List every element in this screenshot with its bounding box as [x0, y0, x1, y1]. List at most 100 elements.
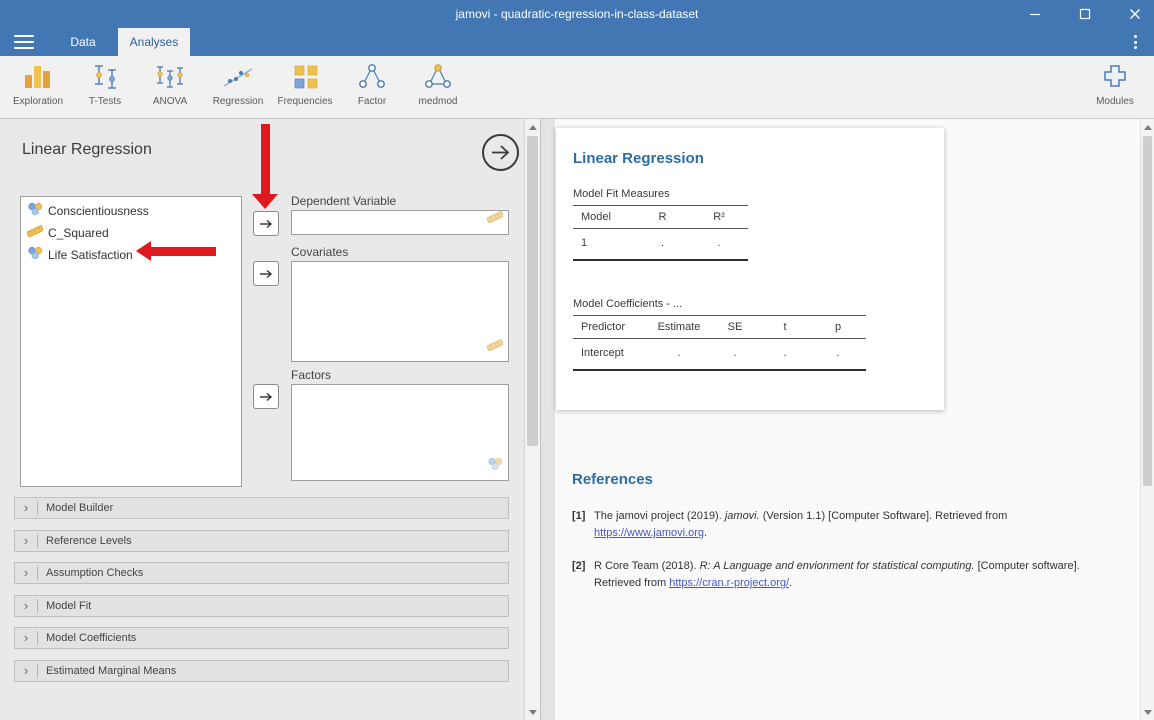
- ribbon-item-label: Regression: [212, 96, 264, 107]
- assign-dependent-variable-button[interactable]: [253, 211, 279, 236]
- tab-analyses[interactable]: Analyses: [118, 28, 190, 56]
- window-title: jamovi - quadratic-regression-in-class-d…: [455, 7, 699, 21]
- ribbon-item-label: medmod: [418, 96, 458, 107]
- ribbon-item-medmod[interactable]: medmod: [403, 60, 473, 116]
- frequencies-grid-icon: [270, 60, 340, 94]
- section-model-fit[interactable]: › Model Fit: [14, 595, 509, 617]
- reference-text: R Core Team (2018). R: A Language and en…: [594, 558, 1109, 592]
- model-coefficients-block: Model Coefficients - ... Predictor Estim…: [573, 298, 866, 371]
- nominal-balls-icon: [27, 202, 43, 221]
- ribbon-item-label: Exploration: [12, 96, 64, 107]
- panel-splitter[interactable]: [540, 119, 555, 720]
- scrollbar-thumb[interactable]: [1143, 136, 1152, 486]
- reference-number: [2]: [572, 560, 586, 573]
- minimize-button[interactable]: [1022, 2, 1048, 26]
- cell: .: [810, 338, 866, 371]
- ribbon-item-frequencies[interactable]: Frequencies: [270, 60, 340, 116]
- scroll-up-icon[interactable]: [1141, 119, 1154, 135]
- annotation-arrow-down: [251, 124, 279, 209]
- analysis-title: Linear Regression: [22, 141, 152, 158]
- options-scrollbar[interactable]: [524, 119, 540, 720]
- reference-text: The jamovi project (2019). jamovi. (Vers…: [594, 508, 1109, 542]
- table-row: Intercept . . . .: [573, 338, 866, 371]
- ribbon-item-label: T-Tests: [88, 96, 122, 107]
- column-header: Estimate: [648, 315, 710, 339]
- separator: [37, 599, 38, 613]
- reference-text-part: .: [704, 527, 708, 540]
- variable-name: Conscientiousness: [48, 204, 149, 218]
- section-assumption-checks[interactable]: › Assumption Checks: [14, 562, 509, 584]
- references-section: References [1] The jamovi project (2019)…: [572, 471, 1132, 608]
- variable-item-conscientiousness[interactable]: Conscientiousness: [21, 200, 241, 222]
- cell: .: [648, 338, 710, 371]
- factors-input[interactable]: [291, 384, 509, 481]
- section-label: Model Fit: [46, 600, 92, 612]
- reference-link[interactable]: https://www.jamovi.org: [594, 527, 704, 539]
- ribbon-item-anova[interactable]: ANOVA: [135, 60, 205, 116]
- dependent-variable-input[interactable]: [291, 210, 509, 235]
- section-model-coefficients[interactable]: › Model Coefficients: [14, 627, 509, 649]
- model-coefficients-table: Predictor Estimate SE t p Intercept . .: [573, 315, 866, 371]
- assign-covariates-button[interactable]: [253, 261, 279, 286]
- separator: [37, 631, 38, 645]
- kebab-menu-icon[interactable]: [1126, 33, 1144, 51]
- reference-link[interactable]: https://cran.r-project.org/: [669, 577, 789, 589]
- separator: [37, 664, 38, 678]
- assign-factors-button[interactable]: [253, 384, 279, 409]
- ribbon-item-factor[interactable]: Factor: [337, 60, 407, 116]
- tab-data[interactable]: Data: [52, 28, 114, 56]
- scroll-up-icon[interactable]: [525, 119, 540, 135]
- scroll-down-icon[interactable]: [1141, 704, 1154, 720]
- nominal-balls-icon: [487, 457, 503, 476]
- ribbon-item-t-tests[interactable]: T-Tests: [70, 60, 140, 116]
- results-card-linear-regression[interactable]: Linear Regression Model Fit Measures Mod…: [556, 128, 944, 410]
- chevron-right-icon: ›: [23, 663, 29, 678]
- modules-plus-icon: [1080, 60, 1150, 94]
- scrollbar-thumb[interactable]: [527, 136, 538, 446]
- table-header-row: Predictor Estimate SE t p: [573, 315, 866, 339]
- separator: [37, 566, 38, 580]
- chevron-right-icon: ›: [23, 598, 29, 613]
- table-caption: Model Fit Measures: [573, 188, 670, 200]
- reference-item: [2] R Core Team (2018). R: A Language an…: [572, 558, 1132, 592]
- ribbon-item-regression[interactable]: Regression: [203, 60, 273, 116]
- factor-network-icon: [337, 60, 407, 94]
- hamburger-menu-icon[interactable]: [14, 35, 34, 49]
- results-panel: Linear Regression Model Fit Measures Mod…: [555, 119, 1154, 720]
- nominal-balls-icon: [27, 246, 43, 265]
- tab-label: Analyses: [129, 35, 179, 49]
- close-button[interactable]: [1122, 2, 1148, 26]
- ribbon-item-modules[interactable]: Modules: [1080, 60, 1150, 116]
- maximize-button[interactable]: [1072, 2, 1098, 26]
- results-scrollbar[interactable]: [1140, 119, 1154, 720]
- reference-text-italic: jamovi.: [724, 510, 760, 522]
- continuous-ruler-icon: [486, 210, 505, 229]
- section-estimated-marginal-means[interactable]: › Estimated Marginal Means: [14, 660, 509, 682]
- table-header-row: Model R R²: [573, 205, 748, 229]
- variable-list[interactable]: Conscientiousness C_Squared Life Satisfa…: [20, 196, 242, 487]
- analysis-options-panel: Linear Regression Conscientiousness C_Sq…: [0, 119, 540, 720]
- reference-text-italic: R: A Language and envionment for statist…: [699, 560, 975, 573]
- anova-icon: [135, 60, 205, 94]
- ribbon-item-exploration[interactable]: Exploration: [3, 60, 73, 116]
- covariates-input[interactable]: [291, 261, 509, 362]
- column-header: p: [810, 315, 866, 339]
- t-test-icon: [70, 60, 140, 94]
- cell: .: [760, 338, 810, 371]
- cell: .: [690, 228, 748, 261]
- chevron-right-icon: ›: [23, 630, 29, 645]
- variable-name: Life Satisfaction: [48, 248, 133, 262]
- run-analysis-button[interactable]: [482, 134, 519, 171]
- right-arrow-icon: [260, 219, 273, 228]
- variable-name: C_Squared: [48, 226, 109, 240]
- section-reference-levels[interactable]: › Reference Levels: [14, 530, 509, 552]
- section-label: Model Coefficients: [46, 632, 137, 644]
- reference-number: [1]: [572, 510, 586, 522]
- factors-label: Factors: [291, 368, 332, 382]
- model-fit-table: Model R R² 1 . .: [573, 205, 748, 261]
- continuous-ruler-icon: [486, 338, 505, 357]
- scroll-down-icon[interactable]: [525, 704, 540, 720]
- section-model-builder[interactable]: › Model Builder: [14, 497, 509, 519]
- column-header: SE: [710, 315, 760, 339]
- tab-label: Data: [70, 35, 96, 49]
